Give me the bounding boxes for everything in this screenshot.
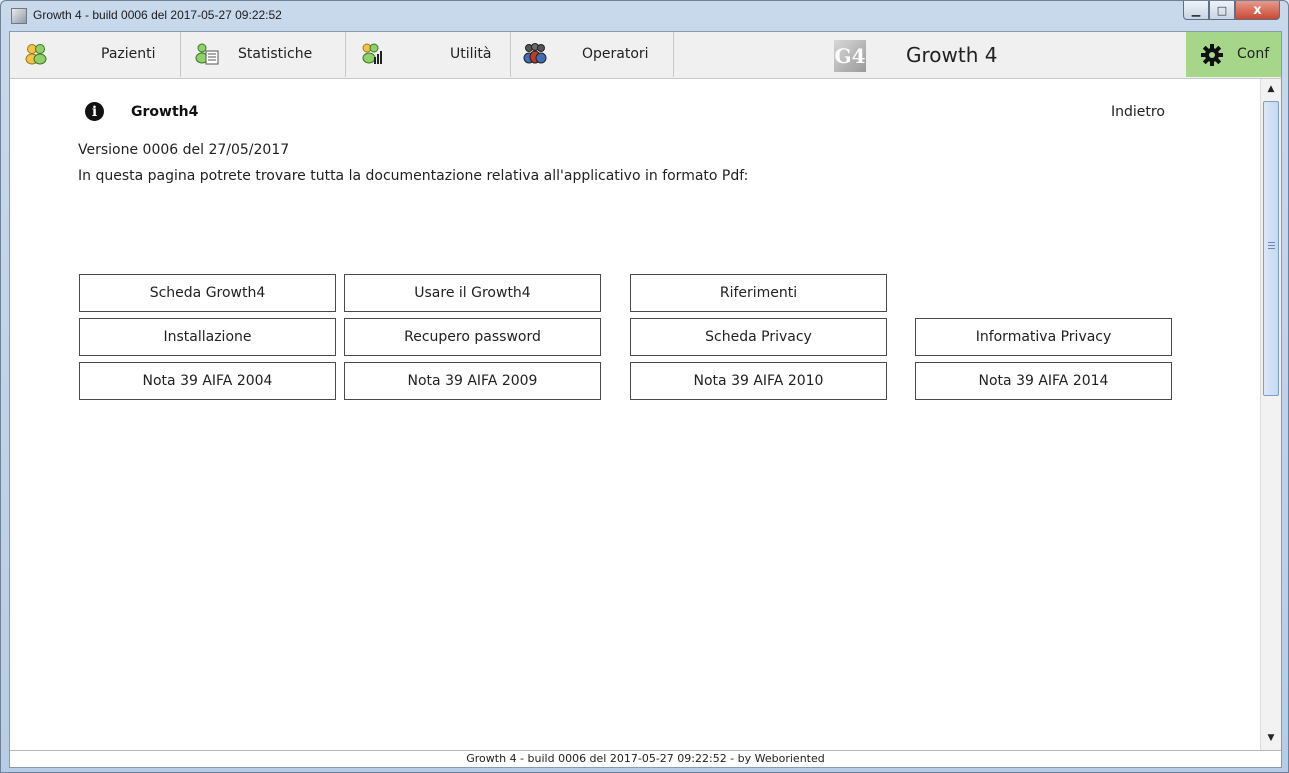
doc-button-riferimenti[interactable]: Riferimenti <box>630 274 887 312</box>
menu-item-statistiche[interactable]: Statistiche <box>181 32 346 77</box>
doc-button-scheda-privacy[interactable]: Scheda Privacy <box>630 318 887 356</box>
config-label: Conf <box>1237 46 1270 62</box>
description-text: In questa pagina potrete trovare tutta l… <box>78 168 749 184</box>
operators-icon <box>523 43 547 64</box>
version-text: Versione 0006 del 27/05/2017 <box>78 142 290 158</box>
doc-button-nota-39-2014[interactable]: Nota 39 AIFA 2014 <box>915 362 1172 400</box>
statistics-icon <box>195 43 219 65</box>
menu-label-pazienti: Pazienti <box>101 46 156 62</box>
maximize-button[interactable]: □ <box>1209 1 1235 20</box>
doc-button-nota-39-2004[interactable]: Nota 39 AIFA 2004 <box>79 362 336 400</box>
client-area: Pazienti Statistiche Utilità Operatori G… <box>9 31 1282 768</box>
growth4-logo: G4 <box>834 40 866 72</box>
app-window: Growth 4 - build 0006 del 2017-05-27 09:… <box>0 0 1289 773</box>
doc-button-recupero-password[interactable]: Recupero password <box>344 318 601 356</box>
config-button[interactable]: Conf <box>1186 32 1281 77</box>
doc-button-usare-growth4[interactable]: Usare il Growth4 <box>344 274 601 312</box>
back-link[interactable]: Indietro <box>1111 104 1165 120</box>
scrollbar-grip-icon <box>1268 242 1275 249</box>
gear-icon <box>1201 44 1223 66</box>
menu-label-statistiche: Statistiche <box>238 46 313 62</box>
doc-button-scheda-growth4[interactable]: Scheda Growth4 <box>79 274 336 312</box>
status-bar: Growth 4 - build 0006 del 2017-05-27 09:… <box>10 750 1281 767</box>
patients-icon <box>25 44 47 65</box>
app-window-icon <box>11 8 27 24</box>
scrollbar-thumb[interactable] <box>1263 101 1279 396</box>
utilities-icon <box>362 43 382 64</box>
doc-button-informativa-privacy[interactable]: Informativa Privacy <box>915 318 1172 356</box>
menu-item-pazienti[interactable]: Pazienti <box>10 32 181 77</box>
vertical-scrollbar[interactable]: ▲ ▼ <box>1260 79 1281 750</box>
menu-label-utilita: Utilità <box>450 46 492 62</box>
page-title: Growth4 <box>131 104 199 120</box>
info-icon: i <box>85 102 104 121</box>
main-content: i Growth4 Indietro Versione 0006 del 27/… <box>10 79 1260 750</box>
doc-button-installazione[interactable]: Installazione <box>79 318 336 356</box>
title-bar[interactable]: Growth 4 - build 0006 del 2017-05-27 09:… <box>1 1 1288 31</box>
scroll-down-arrow-icon[interactable]: ▼ <box>1263 730 1279 746</box>
menu-bar: Pazienti Statistiche Utilità Operatori G… <box>10 32 1281 79</box>
doc-button-nota-39-2009[interactable]: Nota 39 AIFA 2009 <box>344 362 601 400</box>
menu-item-utilita[interactable]: Utilità <box>346 32 511 77</box>
window-controls: ▁ □ x <box>1183 1 1280 21</box>
scroll-up-arrow-icon[interactable]: ▲ <box>1263 81 1279 97</box>
doc-button-nota-39-2010[interactable]: Nota 39 AIFA 2010 <box>630 362 887 400</box>
close-button[interactable]: x <box>1235 1 1280 20</box>
menu-label-operatori: Operatori <box>582 46 649 62</box>
app-title: Growth 4 <box>906 43 998 67</box>
minimize-button[interactable]: ▁ <box>1183 1 1209 20</box>
window-title: Growth 4 - build 0006 del 2017-05-27 09:… <box>33 8 282 22</box>
menu-item-operatori[interactable]: Operatori <box>511 32 674 77</box>
